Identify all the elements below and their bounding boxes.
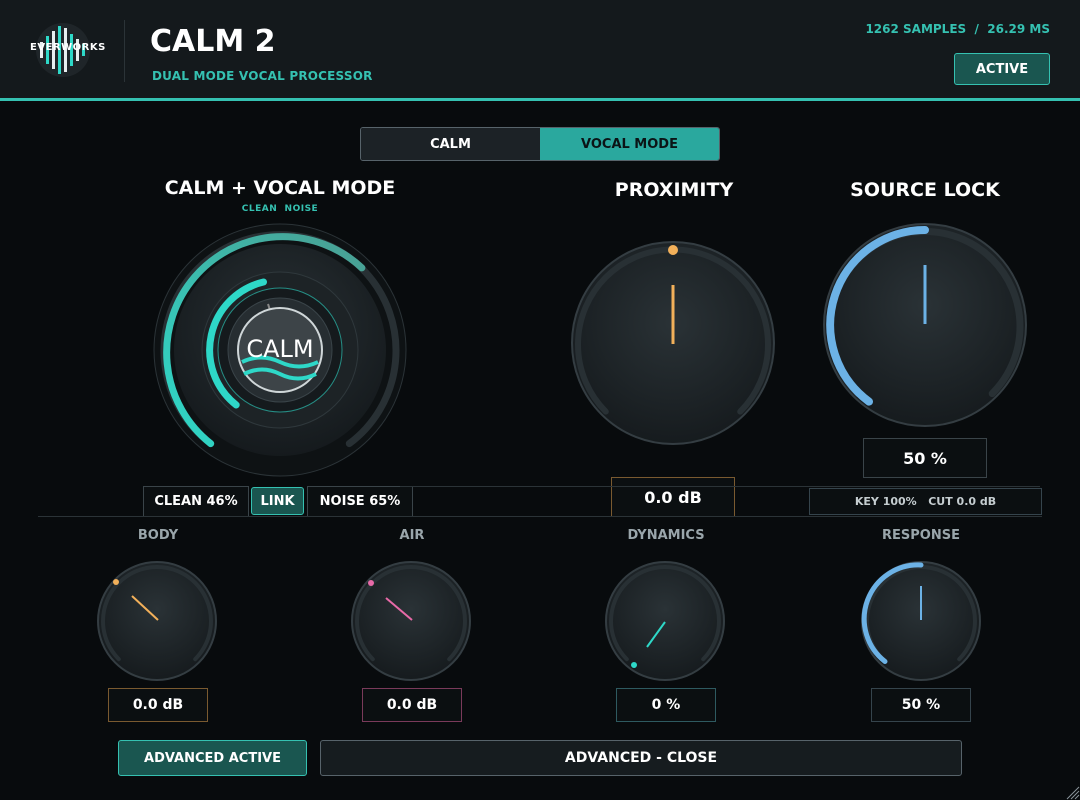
response-knob[interactable] bbox=[860, 560, 982, 682]
tab-calm[interactable]: CALM bbox=[361, 128, 540, 160]
clean-value-box[interactable]: CLEAN 46% bbox=[143, 486, 249, 517]
latency-separator: / bbox=[974, 22, 979, 36]
noise-value-box[interactable]: NOISE 65% bbox=[307, 486, 413, 517]
active-button[interactable]: ACTIVE bbox=[954, 53, 1050, 85]
dynamics-indicator-dot bbox=[631, 662, 637, 668]
header-divider bbox=[124, 20, 125, 82]
mode-toggle: CALM VOCAL MODE bbox=[360, 127, 720, 161]
dynamics-knob[interactable] bbox=[604, 560, 726, 682]
proximity-indicator-dot bbox=[668, 245, 678, 255]
source-lock-title: SOURCE LOCK bbox=[850, 179, 1000, 201]
advanced-close-button[interactable]: ADVANCED - CLOSE bbox=[320, 740, 962, 776]
source-lock-knob[interactable] bbox=[822, 222, 1028, 428]
proximity-knob[interactable] bbox=[570, 240, 776, 446]
key-cut-readout[interactable]: KEY 100% CUT 0.0 dB bbox=[809, 488, 1042, 515]
body-knob[interactable] bbox=[96, 560, 218, 682]
calm-section-subtitle: CLEAN NOISE bbox=[200, 204, 360, 214]
latency-readout: 1262 SAMPLES / 26.29 MS bbox=[865, 22, 1050, 36]
dynamics-value-box[interactable]: 0 % bbox=[616, 688, 716, 722]
body-label: BODY bbox=[137, 528, 179, 543]
response-label: RESPONSE bbox=[882, 528, 960, 543]
air-knob[interactable] bbox=[350, 560, 472, 682]
body-value-box[interactable]: 0.0 dB bbox=[108, 688, 208, 722]
divider-lower bbox=[38, 516, 1042, 517]
proximity-title: PROXIMITY bbox=[614, 179, 734, 201]
app-title: CALM 2 bbox=[150, 24, 276, 59]
app-subtitle: DUAL MODE VOCAL PROCESSOR bbox=[152, 69, 373, 83]
latency-ms: 26.29 MS bbox=[987, 22, 1050, 36]
header-bar: EVERWORKS CALM 2 DUAL MODE VOCAL PROCESS… bbox=[0, 0, 1080, 101]
key-label: KEY 100% bbox=[854, 495, 917, 508]
everworks-logo: EVERWORKS bbox=[30, 22, 106, 78]
air-label: AIR bbox=[399, 528, 425, 543]
advanced-active-button[interactable]: ADVANCED ACTIVE bbox=[118, 740, 307, 776]
sub-clean-label: CLEAN bbox=[241, 204, 278, 214]
logo-text: EVERWORKS bbox=[30, 42, 106, 53]
air-value-box[interactable]: 0.0 dB bbox=[362, 688, 462, 722]
source-lock-value-box[interactable]: 50 % bbox=[863, 438, 987, 478]
cut-label: CUT 0.0 dB bbox=[928, 495, 997, 508]
latency-samples: 1262 SAMPLES bbox=[865, 22, 967, 36]
resize-grip-icon[interactable] bbox=[1062, 782, 1080, 800]
dynamics-label: DYNAMICS bbox=[627, 528, 705, 543]
tab-vocal-mode[interactable]: VOCAL MODE bbox=[540, 128, 719, 160]
sub-noise-label: NOISE bbox=[284, 204, 319, 214]
link-button[interactable]: LINK bbox=[251, 487, 304, 515]
body-indicator-dot bbox=[113, 579, 119, 585]
calm-section-title: CALM + VOCAL MODE bbox=[164, 177, 396, 199]
calm-dual-knob[interactable]: CALM bbox=[150, 222, 410, 482]
divider-upper bbox=[400, 486, 1040, 487]
proximity-value-box[interactable]: 0.0 dB bbox=[611, 477, 735, 517]
air-indicator-dot bbox=[368, 580, 374, 586]
response-value-box[interactable]: 50 % bbox=[871, 688, 971, 722]
calm-center-label: CALM bbox=[246, 335, 313, 363]
